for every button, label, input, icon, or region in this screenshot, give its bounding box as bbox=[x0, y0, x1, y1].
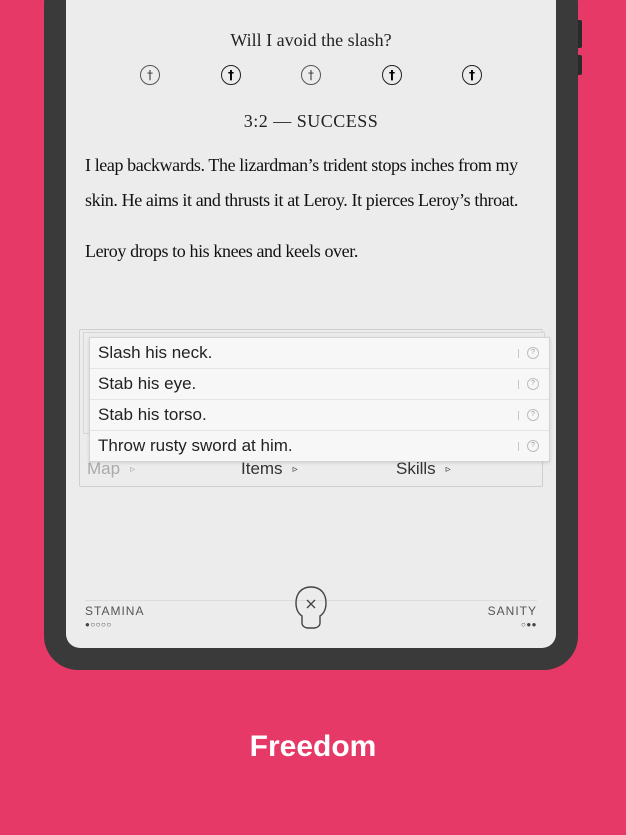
skull-close-icon[interactable] bbox=[294, 585, 328, 629]
volume-button bbox=[578, 20, 582, 48]
triangle-right-icon: ▹ bbox=[130, 464, 136, 475]
divider bbox=[518, 411, 519, 420]
divider bbox=[518, 380, 519, 389]
items-tab[interactable]: Items ▹ bbox=[241, 459, 298, 479]
stamina-label: STAMINA bbox=[85, 604, 145, 618]
dice-icon: † bbox=[221, 65, 241, 85]
roll-question: Will I avoid the slash? bbox=[230, 30, 392, 50]
triangle-right-icon: ▹ bbox=[292, 464, 298, 475]
roll-result: 3:2 — SUCCESS bbox=[243, 111, 379, 131]
dice-icon: † bbox=[301, 65, 321, 85]
caption-title: Freedom bbox=[249, 730, 377, 763]
dice-row: † † † † † bbox=[66, 65, 556, 93]
choice-item[interactable]: Stab his torso. ? bbox=[90, 400, 549, 431]
skills-tab[interactable]: Skills ▹ bbox=[396, 459, 451, 479]
choice-label: Stab his torso. bbox=[98, 405, 207, 424]
choice-label: Stab his eye. bbox=[98, 374, 197, 393]
choice-label: Slash his neck. bbox=[98, 343, 213, 362]
choice-item[interactable]: Slash his neck. ? bbox=[90, 338, 549, 369]
stamina-pips: ●○○○○ bbox=[85, 620, 112, 629]
choice-item[interactable]: Stab his eye. ? bbox=[90, 369, 549, 400]
dice-icon: † bbox=[382, 65, 402, 85]
triangle-right-icon: ▹ bbox=[445, 464, 451, 475]
choice-list: Slash his neck. ? Stab his eye. ? Stab h… bbox=[89, 337, 550, 462]
dice-icon: ? bbox=[527, 409, 539, 421]
dice-icon: ? bbox=[527, 347, 539, 359]
sanity-pips: ○●● bbox=[521, 620, 537, 629]
bottom-nav: Map ▹ Items ▹ Skills ▹ bbox=[79, 459, 541, 483]
divider bbox=[518, 349, 519, 358]
sanity-label: SANITY bbox=[487, 604, 537, 618]
dice-icon: † bbox=[462, 65, 482, 85]
dice-icon: ? bbox=[527, 378, 539, 390]
choice-item[interactable]: Throw rusty sword at him. ? bbox=[90, 431, 549, 461]
dice-icon: ? bbox=[527, 440, 539, 452]
map-tab[interactable]: Map ▹ bbox=[87, 459, 135, 479]
story-paragraph: I leap backwards. The lizardman’s triden… bbox=[85, 155, 519, 210]
divider bbox=[518, 442, 519, 451]
dice-icon: † bbox=[140, 65, 160, 85]
choice-label: Throw rusty sword at him. bbox=[98, 436, 293, 455]
power-button bbox=[578, 55, 582, 75]
story-paragraph: Leroy drops to his knees and keels over. bbox=[85, 241, 358, 261]
story-text: I leap backwards. The lizardman’s triden… bbox=[85, 148, 535, 286]
game-screen: Will I avoid the slash? † † † † † 3:2 — … bbox=[66, 0, 556, 648]
